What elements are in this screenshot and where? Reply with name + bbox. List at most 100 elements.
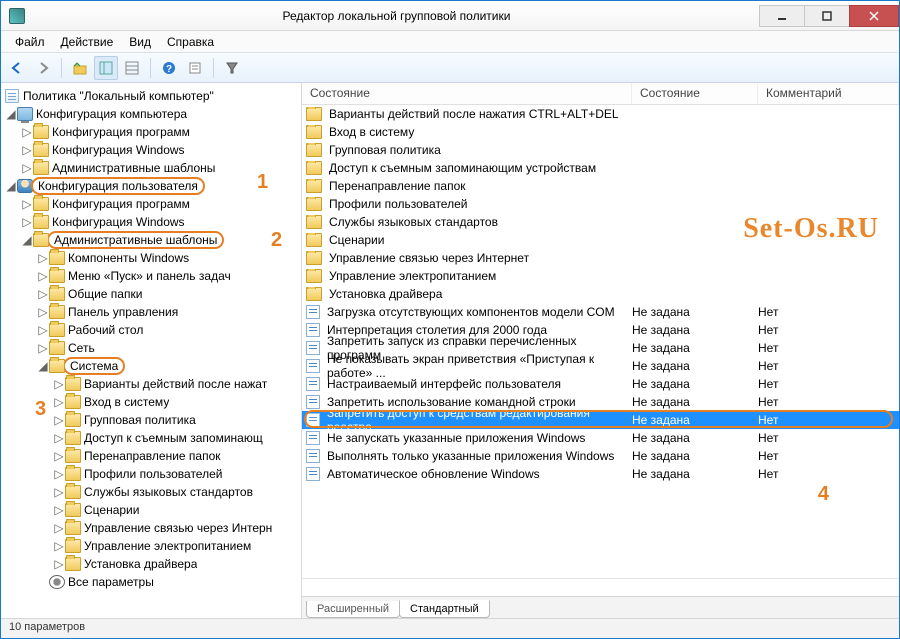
list-row[interactable]: Вход в систему xyxy=(302,123,899,141)
expand-toggle[interactable]: ▷ xyxy=(53,395,65,409)
expand-toggle[interactable]: ▷ xyxy=(21,215,33,229)
tree-item[interactable]: Вход в систему xyxy=(84,395,169,409)
expand-toggle[interactable]: ▷ xyxy=(53,485,65,499)
close-button[interactable] xyxy=(849,5,899,27)
minimize-button[interactable] xyxy=(759,5,805,27)
expand-toggle[interactable]: ▷ xyxy=(37,251,49,265)
expand-toggle[interactable]: ▷ xyxy=(37,305,49,319)
expand-toggle[interactable]: ▷ xyxy=(37,323,49,337)
help-button[interactable]: ? xyxy=(157,56,181,80)
tree-item[interactable]: Конфигурация программ xyxy=(52,197,190,211)
list-row[interactable]: Не запускать указанные приложения Window… xyxy=(302,429,899,447)
list-row[interactable]: Перенаправление папок xyxy=(302,177,899,195)
list-view-button[interactable] xyxy=(120,56,144,80)
expand-toggle[interactable]: ◢ xyxy=(5,107,17,121)
list-row[interactable]: Варианты действий после нажатия CTRL+ALT… xyxy=(302,105,899,123)
list-row[interactable]: Службы языковых стандартов xyxy=(302,213,899,231)
tree-item[interactable]: Компоненты Windows xyxy=(68,251,189,265)
list-item-state: Не задана xyxy=(632,323,758,337)
expand-toggle[interactable]: ▷ xyxy=(53,557,65,571)
tree-item[interactable]: Сеть xyxy=(68,341,95,355)
expand-toggle[interactable]: ▷ xyxy=(37,341,49,355)
tree-item[interactable]: Общие папки xyxy=(68,287,142,301)
tree-item[interactable]: Административные шаблоны xyxy=(52,161,215,175)
expand-toggle[interactable]: ▷ xyxy=(53,467,65,481)
tree-item[interactable]: Управление электропитанием xyxy=(84,539,251,553)
expand-toggle[interactable]: ◢ xyxy=(21,233,33,247)
tree-item[interactable]: Службы языковых стандартов xyxy=(84,485,253,499)
column-header-name[interactable]: Состояние xyxy=(302,83,632,104)
list-item-name: Сценарии xyxy=(329,233,384,247)
tree-item[interactable]: Установка драйвера xyxy=(84,557,197,571)
list-body[interactable]: Варианты действий после нажатия CTRL+ALT… xyxy=(302,105,899,578)
expand-toggle[interactable]: ▷ xyxy=(53,503,65,517)
expand-toggle[interactable]: ▷ xyxy=(37,269,49,283)
tree-item[interactable]: Конфигурация компьютера xyxy=(36,107,187,121)
tree-item[interactable]: Профили пользователей xyxy=(84,467,222,481)
menu-file[interactable]: Файл xyxy=(7,33,53,51)
expand-toggle[interactable]: ▷ xyxy=(53,413,65,427)
expand-toggle[interactable]: ▷ xyxy=(53,449,65,463)
tree-item[interactable]: Групповая политика xyxy=(84,413,196,427)
tab-extended[interactable]: Расширенный xyxy=(306,601,400,618)
tree-item[interactable]: Доступ к съемным запоминающ xyxy=(84,431,263,445)
properties-button[interactable] xyxy=(183,56,207,80)
list-row[interactable]: Профили пользователей xyxy=(302,195,899,213)
column-header-state[interactable]: Состояние xyxy=(632,83,758,104)
menu-view[interactable]: Вид xyxy=(121,33,159,51)
setting-icon xyxy=(306,431,320,445)
list-row[interactable]: Выполнять только указанные приложения Wi… xyxy=(302,447,899,465)
expand-toggle[interactable]: ▷ xyxy=(21,143,33,157)
menu-help[interactable]: Справка xyxy=(159,33,222,51)
list-row[interactable]: Установка драйвера xyxy=(302,285,899,303)
list-row[interactable]: Автоматическое обновление WindowsНе зада… xyxy=(302,465,899,483)
list-row[interactable]: Сценарии xyxy=(302,231,899,249)
list-row[interactable]: Групповая политика xyxy=(302,141,899,159)
tree-item[interactable]: Меню «Пуск» и панель задач xyxy=(68,269,231,283)
horizontal-scrollbar[interactable] xyxy=(302,578,899,596)
maximize-button[interactable] xyxy=(804,5,850,27)
tree-item[interactable]: Управление связью через Интерн xyxy=(84,521,272,535)
tree-item[interactable]: Варианты действий после нажат xyxy=(84,377,267,391)
list-row[interactable]: Не показывать экран приветствия «Приступ… xyxy=(302,357,899,375)
tree-item[interactable]: Рабочий стол xyxy=(68,323,143,337)
tree-item[interactable]: Перенаправление папок xyxy=(84,449,221,463)
tree-item[interactable]: Конфигурация программ xyxy=(52,125,190,139)
expand-toggle[interactable]: ▷ xyxy=(53,377,65,391)
tree-item[interactable]: Конфигурация Windows xyxy=(52,143,185,157)
folder-icon xyxy=(65,377,81,391)
folder-icon xyxy=(306,197,322,211)
list-row[interactable]: Загрузка отсутствующих компонентов модел… xyxy=(302,303,899,321)
expand-toggle[interactable]: ▷ xyxy=(21,125,33,139)
expand-toggle[interactable]: ▷ xyxy=(37,287,49,301)
menu-action[interactable]: Действие xyxy=(53,33,122,51)
folder-icon xyxy=(306,215,322,229)
filter-button[interactable] xyxy=(220,56,244,80)
column-header-comment[interactable]: Комментарий xyxy=(758,83,899,104)
expand-toggle[interactable]: ▷ xyxy=(53,539,65,553)
expand-toggle[interactable]: ▷ xyxy=(53,521,65,535)
expand-toggle[interactable]: ▷ xyxy=(21,197,33,211)
up-folder-button[interactable] xyxy=(68,56,92,80)
tree-item[interactable]: Сценарии xyxy=(84,503,139,517)
tree-item[interactable]: Все параметры xyxy=(68,575,154,589)
back-button[interactable] xyxy=(5,56,29,80)
tree-item[interactable]: Панель управления xyxy=(68,305,178,319)
tree-item-admin-templates[interactable]: Административные шаблоны xyxy=(47,231,224,249)
list-row[interactable]: Управление электропитанием xyxy=(302,267,899,285)
tree-item[interactable]: Конфигурация Windows xyxy=(52,215,185,229)
list-row[interactable]: Управление связью через Интернет xyxy=(302,249,899,267)
tab-standard[interactable]: Стандартный xyxy=(399,600,490,618)
list-row[interactable]: Запретить доступ к средствам редактирова… xyxy=(302,411,899,429)
show-tree-button[interactable] xyxy=(94,56,118,80)
expand-toggle[interactable]: ▷ xyxy=(53,431,65,445)
expand-toggle[interactable]: ◢ xyxy=(37,359,49,373)
expand-toggle[interactable]: ▷ xyxy=(21,161,33,175)
forward-button[interactable] xyxy=(31,56,55,80)
list-row[interactable]: Настраиваемый интерфейс пользователяНе з… xyxy=(302,375,899,393)
expand-toggle[interactable]: ◢ xyxy=(5,179,17,193)
tree-item-user-config[interactable]: Конфигурация пользователя xyxy=(31,177,205,195)
tree-item-system[interactable]: Система xyxy=(63,357,125,375)
list-row[interactable]: Доступ к съемным запоминающим устройства… xyxy=(302,159,899,177)
tree-root[interactable]: Политика "Локальный компьютер" xyxy=(1,87,301,105)
